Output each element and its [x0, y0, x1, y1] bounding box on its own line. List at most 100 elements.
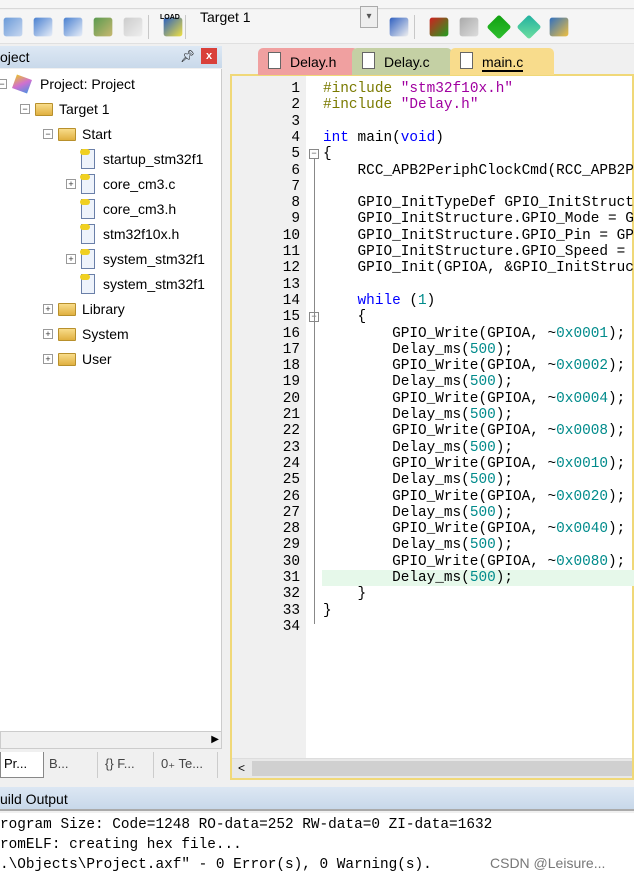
code-line[interactable]: 28 GPIO_Write(GPIOA, ~0x0040); [232, 521, 634, 537]
line-text: #include "Delay.h" [323, 97, 478, 113]
diamond-icon[interactable] [486, 14, 512, 40]
code-line[interactable]: 15 { [232, 309, 634, 325]
code-line[interactable]: 20 GPIO_Write(GPIOA, ~0x0004); [232, 391, 634, 407]
line-text: GPIO_Write(GPIOA, ~0x0040); [323, 521, 625, 537]
code-line[interactable]: 21 Delay_ms(500); [232, 407, 634, 423]
tree-item[interactable]: system_stm32f1 [80, 273, 205, 295]
code-line[interactable]: 30 GPIO_Write(GPIOA, ~0x0080); [232, 554, 634, 570]
magic-wand-icon[interactable] [389, 17, 409, 37]
packs-icon[interactable] [549, 17, 569, 37]
code-line[interactable]: 17 Delay_ms(500); [232, 342, 634, 358]
batch-build-icon[interactable] [3, 17, 23, 37]
code-line[interactable]: 29 Delay_ms(500); [232, 537, 634, 553]
tree-item[interactable]: System [58, 323, 129, 345]
scroll-right-icon[interactable]: ▶ [211, 734, 219, 745]
code-line[interactable]: 11 GPIO_InitStructure.GPIO_Speed = [232, 244, 634, 260]
line-text: { [323, 309, 367, 325]
code-line[interactable]: 19 Delay_ms(500); [232, 374, 634, 390]
code-line[interactable]: 6 RCC_APB2PeriphClockCmd(RCC_APB2P [232, 163, 634, 179]
folder-icon [58, 327, 76, 341]
code-line[interactable]: 26 GPIO_Write(GPIOA, ~0x0020); [232, 489, 634, 505]
line-number: 13 [282, 276, 300, 293]
chevron-down-icon[interactable]: ▾ [360, 6, 378, 28]
code-token: Delay_ms( [323, 439, 470, 456]
code-line[interactable]: 8 GPIO_InitTypeDef GPIO_InitStruct [232, 195, 634, 211]
code-line[interactable]: 13 [232, 277, 634, 293]
code-line[interactable]: 9 GPIO_InitStructure.GPIO_Mode = G [232, 211, 634, 227]
tree-item-label: User [82, 351, 112, 367]
stack-icon[interactable] [93, 17, 113, 37]
project-pane-tab[interactable]: Pr... [0, 752, 44, 778]
tree-item-label: System [82, 326, 129, 342]
code-editor[interactable]: 1 #include "stm32f10x.h" 2 #include "Delay.… [230, 74, 634, 780]
components-icon[interactable] [429, 17, 449, 37]
tree-item[interactable]: core_cm3.h [80, 198, 176, 220]
code-line[interactable]: 22 GPIO_Write(GPIOA, ~0x0008); [232, 423, 634, 439]
project-pane-tab[interactable]: B... [46, 752, 98, 778]
tree-item[interactable]: Target 1 [35, 98, 110, 120]
line-number: 5 [291, 146, 300, 163]
code-line[interactable]: 31 Delay_ms(500); [232, 570, 634, 587]
code-line[interactable]: 23 Delay_ms(500); [232, 440, 634, 456]
project-pane-tab[interactable]: 0₊ Te... [158, 752, 218, 778]
code-line[interactable]: 1 #include "stm32f10x.h" [232, 81, 634, 97]
editor-tab[interactable]: main.c [450, 48, 554, 75]
expand-icon[interactable]: + [66, 179, 76, 189]
tree-item[interactable]: core_cm3.c [80, 173, 175, 195]
tree-horizontal-scrollbar[interactable]: ▶ [0, 731, 222, 749]
line-number: 15 [282, 309, 300, 326]
code-line[interactable]: 33} [232, 603, 634, 619]
windows-icon[interactable] [459, 17, 479, 37]
pin-icon[interactable]: 📌︎ [180, 49, 195, 63]
toolbar-separator [414, 15, 415, 39]
fold-collapse-icon[interactable]: − [309, 149, 319, 160]
target-select[interactable]: Target 1 [192, 5, 380, 29]
collapse-icon[interactable]: − [0, 79, 7, 89]
scroll-left-icon[interactable]: < [238, 761, 245, 775]
scrollbar-thumb[interactable] [252, 761, 632, 776]
expand-icon[interactable]: + [43, 304, 53, 314]
expand-icon[interactable]: + [43, 329, 53, 339]
editor-tab[interactable]: Delay.c [352, 48, 452, 75]
code-line[interactable]: 2 #include "Delay.h" [232, 97, 634, 113]
close-pane-button[interactable]: x [201, 48, 217, 64]
funnel-icon[interactable] [516, 14, 542, 40]
build-icon[interactable] [33, 17, 53, 37]
tree-item[interactable]: stm32f10x.h [80, 223, 179, 245]
editor-horizontal-scrollbar[interactable]: < [232, 758, 632, 778]
code-token: RCC_APB2PeriphClockCmd(RCC_APB2P [323, 162, 634, 179]
tree-item[interactable]: system_stm32f1 [80, 248, 205, 270]
project-pane-tab[interactable]: {} F... [102, 752, 154, 778]
tree-item[interactable]: User [58, 348, 112, 370]
code-line[interactable]: 34 [232, 619, 634, 635]
code-line[interactable]: 24 GPIO_Write(GPIOA, ~0x0010); [232, 456, 634, 472]
load-label: LOAD [160, 14, 180, 21]
tree-item[interactable]: Start [58, 123, 112, 145]
expand-icon[interactable]: + [43, 354, 53, 364]
collapse-icon[interactable]: − [20, 104, 30, 114]
tree-item[interactable]: Library [58, 298, 125, 320]
editor-tab[interactable]: Delay.h [258, 48, 358, 75]
code-line[interactable]: 3 [232, 114, 634, 130]
code-token: 0x0040 [556, 521, 608, 538]
rebuild-icon[interactable] [63, 17, 83, 37]
code-line[interactable]: 18 GPIO_Write(GPIOA, ~0x0002); [232, 358, 634, 374]
code-line[interactable]: 4 int main(void) [232, 130, 634, 146]
code-line[interactable]: 7 [232, 179, 634, 195]
line-number: 31 [282, 570, 300, 586]
code-line[interactable]: 27 Delay_ms(500); [232, 505, 634, 521]
code-line[interactable]: 32 } [232, 586, 634, 602]
code-line[interactable]: 14 while (1) [232, 293, 634, 309]
code-line[interactable]: 25 Delay_ms(500); [232, 472, 634, 488]
code-line[interactable]: 16 GPIO_Write(GPIOA, ~0x0001); [232, 326, 634, 342]
tree-item[interactable]: Project: Project [12, 73, 135, 95]
code-line[interactable]: 12 GPIO_Init(GPIOA, &GPIO_InitStruc [232, 260, 634, 276]
tree-item[interactable]: startup_stm32f1 [80, 148, 203, 170]
code-token: Delay_ms( [323, 504, 470, 521]
expand-icon[interactable]: + [66, 254, 76, 264]
code-line[interactable]: 5{ [232, 146, 634, 162]
code-line[interactable]: 10 GPIO_InitStructure.GPIO_Pin = GP [232, 228, 634, 244]
stop-build-icon[interactable] [123, 17, 143, 37]
line-number: 11 [282, 244, 300, 260]
collapse-icon[interactable]: − [43, 129, 53, 139]
